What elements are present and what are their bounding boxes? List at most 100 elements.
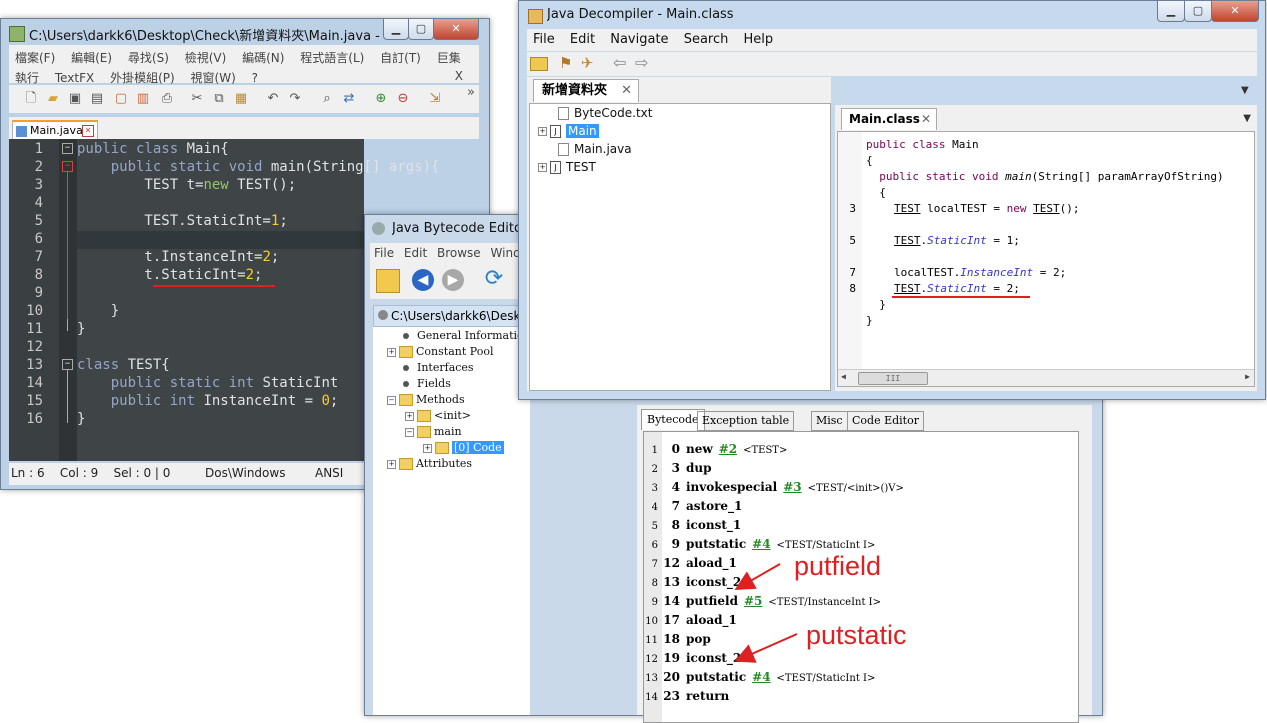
folder-tab-close-icon[interactable]: ✕ xyxy=(621,80,632,102)
forward-arrow-icon[interactable]: ▶ xyxy=(442,269,464,291)
jd-dropdown-arrow-left[interactable]: ▼ xyxy=(1241,85,1249,96)
menu-file[interactable]: 檔案(F) xyxy=(15,51,55,65)
tab-close-icon[interactable]: ✕ xyxy=(82,125,94,137)
tree-main-java[interactable]: Main.java xyxy=(558,142,632,156)
jd-forward-icon[interactable]: ⇨ xyxy=(635,53,648,72)
tree-attributes[interactable]: + Attributes xyxy=(387,457,472,470)
tree-init[interactable]: + <init> xyxy=(405,409,471,422)
find-icon[interactable]: ⌕ xyxy=(319,91,335,107)
menu-plugins[interactable]: 外掛模組(P) xyxy=(110,71,175,85)
save-all-icon[interactable]: ▤ xyxy=(89,91,105,107)
decompiled-source[interactable]: public class Main { public static void m… xyxy=(837,131,1255,387)
menu-encoding[interactable]: 編碼(N) xyxy=(242,51,284,65)
zoom-in-icon[interactable]: ⊕ xyxy=(373,91,389,107)
be-menu-edit[interactable]: Edit xyxy=(404,246,427,260)
bytecode-row[interactable]: 5 8 iconst_1 xyxy=(644,518,742,532)
back-arrow-icon[interactable]: ◀ xyxy=(412,269,434,291)
jd-minimize-button[interactable]: ▁ xyxy=(1157,1,1185,22)
tree-main-class[interactable]: + J Main xyxy=(538,124,599,138)
menu-language[interactable]: 程式語言(L) xyxy=(300,51,364,65)
tree-bytecode-txt[interactable]: ByteCode.txt xyxy=(558,106,652,120)
bytecode-row[interactable]: 11 18 pop xyxy=(644,632,711,646)
jd-rocket-icon[interactable]: ✈ xyxy=(581,54,594,72)
minimize-button[interactable]: ▁ xyxy=(383,19,409,40)
refresh-icon[interactable]: ⟳ xyxy=(482,267,506,291)
jd-menu-help[interactable]: Help xyxy=(744,32,774,47)
jd-menu-search[interactable]: Search xyxy=(684,32,729,47)
open-folder-icon[interactable]: ▰ xyxy=(45,91,61,107)
tree-main[interactable]: − main xyxy=(405,425,462,438)
paste-icon[interactable]: ▦ xyxy=(233,91,249,107)
tab-bytecode[interactable]: Bytecode xyxy=(641,409,705,430)
bytecode-row[interactable]: 1 0 new #2 <TEST> xyxy=(644,442,788,456)
jd-close-button[interactable]: ✕ xyxy=(1211,1,1259,22)
code-editor[interactable]: − − − 1 2 3 4 5 6 7 8 9 10 11 12 13 14 1… xyxy=(9,139,439,461)
tree-interfaces[interactable]: Interfaces xyxy=(403,361,474,374)
menu-search[interactable]: 尋找(S) xyxy=(128,51,169,65)
jd-menu-file[interactable]: File xyxy=(533,32,555,47)
tree-test-class[interactable]: + J TEST xyxy=(538,160,596,174)
tab-exception-table[interactable]: Exception table xyxy=(697,411,795,431)
fold-marker-main[interactable]: − xyxy=(62,143,73,154)
bytecode-row[interactable]: 13 20 putstatic #4 <TEST/StaticInt I> xyxy=(644,670,875,684)
save-icon[interactable]: ▣ xyxy=(67,91,83,107)
menu-view[interactable]: 檢視(V) xyxy=(185,51,227,65)
tree-general-info[interactable]: General Information xyxy=(403,329,531,342)
menu-run[interactable]: 執行 xyxy=(15,71,39,85)
new-file-icon[interactable]: 🗋 xyxy=(23,91,39,107)
replace-icon[interactable]: ⇄ xyxy=(341,91,357,107)
scroll-right-arrow[interactable]: ▶ xyxy=(1245,372,1250,381)
menu-settings[interactable]: 自訂(T) xyxy=(380,51,421,65)
jd-dropdown-arrow-right[interactable]: ▼ xyxy=(1243,113,1251,124)
tab-main-java[interactable]: Main.java ✕ xyxy=(12,120,98,141)
scroll-left-arrow[interactable]: ◀ xyxy=(841,372,846,381)
close-file-icon[interactable]: ▢ xyxy=(113,91,129,107)
bytecode-row[interactable]: 9 14 putfield #5 <TEST/InstanceInt I> xyxy=(644,594,881,608)
jd-open-type-icon[interactable]: ⚑ xyxy=(559,54,572,72)
maximize-button[interactable]: ▢ xyxy=(408,19,434,40)
bytecode-row[interactable]: 4 7 astore_1 xyxy=(644,499,743,513)
bytecode-row[interactable]: 2 3 dup xyxy=(644,461,712,475)
redo-icon[interactable]: ↷ xyxy=(287,91,303,107)
bytecode-row[interactable]: 3 4 invokespecial #3 <TEST/<init>()V> xyxy=(644,480,904,494)
close-all-icon[interactable]: ▥ xyxy=(135,91,151,107)
close-button[interactable]: ✕ xyxy=(433,19,479,40)
zoom-out-icon[interactable]: ⊖ xyxy=(395,91,411,107)
print-icon[interactable]: ⎙ xyxy=(159,91,175,107)
horizontal-scrollbar[interactable]: ◀ III ▶ xyxy=(838,369,1254,386)
menu-textfx[interactable]: TextFX xyxy=(55,71,94,85)
bytecode-row[interactable]: 6 9 putstatic #4 <TEST/StaticInt I> xyxy=(644,537,876,551)
be-menu-browse[interactable]: Browse xyxy=(437,246,481,260)
tree-constant-pool[interactable]: + Constant Pool xyxy=(387,345,493,358)
menu-macro[interactable]: 巨集 xyxy=(437,51,461,65)
open-class-icon[interactable] xyxy=(376,269,400,293)
notepad-titlebar[interactable]: C:\Users\darkk6\Desktop\Check\新增資料夾\Main… xyxy=(1,19,489,47)
bytecode-row[interactable]: 12 19 iconst_2 xyxy=(644,651,741,665)
jd-back-icon[interactable]: ⇦ xyxy=(613,53,626,72)
bytecode-row[interactable]: 10 17 aload_1 xyxy=(644,613,737,627)
cut-icon[interactable]: ✂ xyxy=(189,91,205,107)
class-file-tab[interactable]: Main.class ✕ xyxy=(841,108,937,130)
bytecode-row[interactable]: 8 13 iconst_2 xyxy=(644,575,742,589)
be-menu-file[interactable]: File xyxy=(374,246,394,260)
jd-menu-navigate[interactable]: Navigate xyxy=(610,32,668,47)
undo-icon[interactable]: ↶ xyxy=(265,91,281,107)
tree-fields[interactable]: Fields xyxy=(403,377,451,390)
decompiler-titlebar[interactable]: Java Decompiler - Main.class ▁ ▢ ✕ xyxy=(519,1,1265,29)
jd-maximize-button[interactable]: ▢ xyxy=(1184,1,1212,22)
bytecode-row[interactable]: 7 12 aload_1 xyxy=(644,556,737,570)
toolbar-overflow-icon[interactable]: » xyxy=(463,85,479,101)
close-doc-x[interactable]: X xyxy=(455,69,463,83)
copy-icon[interactable]: ⧉ xyxy=(211,91,227,107)
jd-menu-edit[interactable]: Edit xyxy=(570,32,595,47)
sync-scroll-icon[interactable]: ⇲ xyxy=(427,91,443,107)
folder-tab[interactable]: 新增資料夾 ✕ xyxy=(533,79,639,102)
tree-methods[interactable]: − Methods xyxy=(387,393,465,406)
jd-open-file-icon[interactable] xyxy=(530,57,548,71)
menu-edit[interactable]: 編輯(E) xyxy=(71,51,112,65)
menu-help[interactable]: ? xyxy=(252,71,258,85)
menu-window[interactable]: 視窗(W) xyxy=(191,71,236,85)
class-tab-close-icon[interactable]: ✕ xyxy=(921,109,931,130)
tree-code-selected[interactable]: + [0] Code xyxy=(423,441,504,454)
scroll-thumb[interactable]: III xyxy=(858,372,928,385)
